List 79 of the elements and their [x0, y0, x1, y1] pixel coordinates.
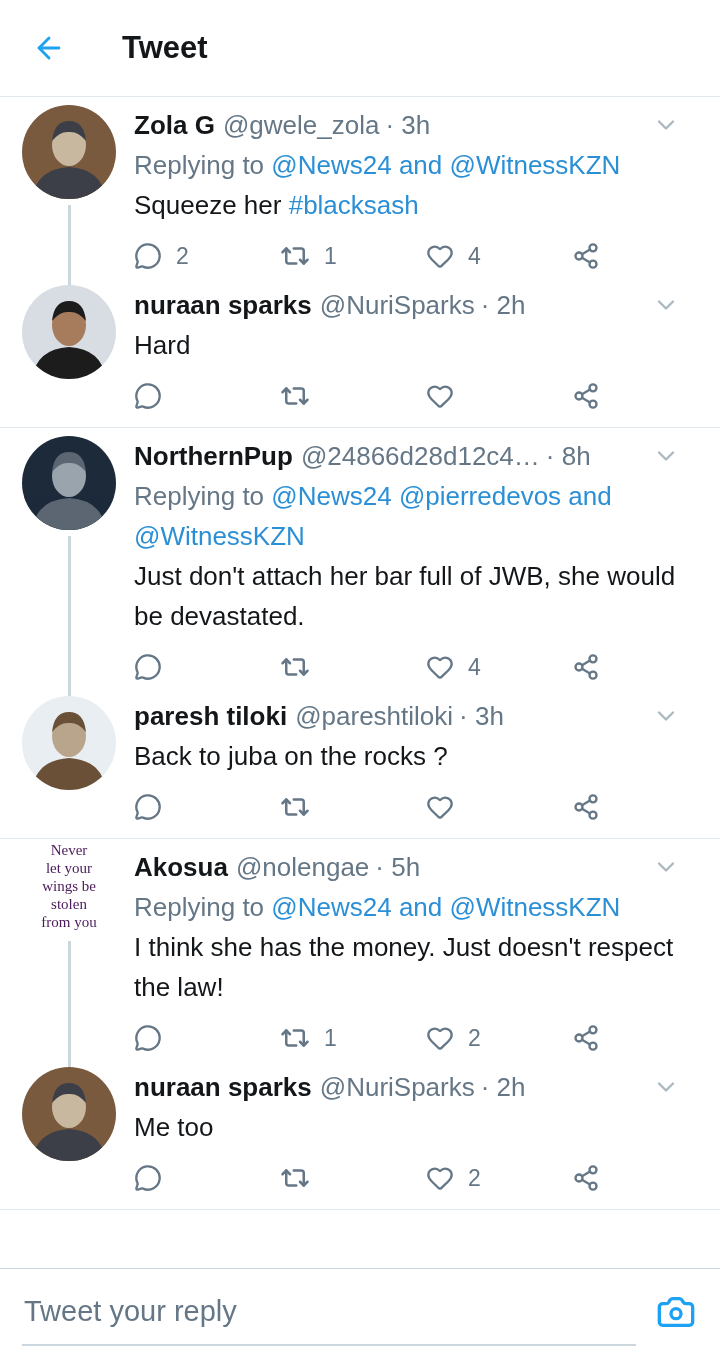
replying-to-text: Replying to @News24 and @WitnessKZN [134, 149, 622, 182]
replying-to-link[interactable]: @WitnessKZN [449, 892, 621, 922]
tweet-text: Hard [134, 329, 192, 362]
tweet-time: · 2h [480, 289, 526, 322]
replying-to-link[interactable]: and [398, 150, 443, 180]
reply-button[interactable] [134, 382, 162, 410]
tweet-time: · 8h [545, 440, 591, 473]
replying-to-link[interactable]: and [568, 481, 612, 511]
tweet-text: Squeeze her #blacksash [134, 189, 420, 222]
like-icon [426, 242, 454, 270]
share-icon [572, 242, 600, 270]
replying-to-link[interactable]: @WitnessKZN [134, 521, 305, 551]
user-handle[interactable]: @gwele_zola [222, 105, 380, 145]
reply-button[interactable] [134, 1024, 162, 1052]
replying-to-link[interactable]: @News24 [271, 892, 392, 922]
retweet-button[interactable]: 1 [280, 241, 337, 271]
replying-to-text: Replying to @News24 and @WitnessKZN [134, 891, 622, 924]
replying-to-link[interactable]: @News24 [271, 150, 392, 180]
reply-button[interactable] [134, 653, 162, 681]
tweet-text: Just don't attach her bar full of JWB, she would be devastated. [134, 560, 677, 633]
like-button[interactable]: 4 [426, 653, 481, 681]
replying-to-link[interactable]: @WitnessKZN [449, 150, 621, 180]
tweet-text: I think she has the money. Just doesn't respect the law! [134, 931, 675, 1004]
like-icon [426, 1024, 454, 1052]
like-icon [426, 1164, 454, 1192]
user-handle[interactable]: @NuriSparks [319, 1067, 475, 1107]
like-button[interactable]: 4 [426, 242, 481, 270]
display-name[interactable]: Akosua [134, 847, 228, 887]
replying-to-link[interactable]: @News24 [271, 481, 392, 511]
replying-to-text: Replying to @News24 @pierredevos and @WitnessKZN [134, 480, 613, 553]
share-icon [572, 382, 600, 410]
reply-icon [134, 793, 162, 821]
display-name[interactable]: nuraan sparks [134, 285, 312, 325]
share-button[interactable] [572, 793, 600, 821]
display-name[interactable]: Zola G [134, 105, 215, 145]
reply-icon [134, 1024, 162, 1052]
display-name[interactable]: nuraan sparks [134, 1067, 312, 1107]
like-button[interactable]: 2 [426, 1164, 481, 1192]
like-icon [426, 382, 454, 410]
user-handle[interactable]: @pareshtiloki [295, 696, 454, 736]
reply-button[interactable] [134, 1164, 162, 1192]
tweet-time: · 3h [385, 109, 431, 142]
like-button[interactable] [426, 382, 454, 410]
like-icon [426, 793, 454, 821]
replying-to-link[interactable]: and [398, 892, 443, 922]
tweet-time: · 2h [480, 1071, 526, 1104]
tweet-text: Back to juba on the rocks ? [134, 740, 449, 773]
reply-button[interactable]: 2 [134, 242, 189, 270]
tweet-text: Me too [134, 1111, 215, 1144]
share-icon [572, 793, 600, 821]
like-button[interactable] [426, 793, 454, 821]
user-handle[interactable]: @24866d28d12c4… [300, 436, 540, 476]
share-icon [572, 1024, 600, 1052]
display-name[interactable]: NorthernPup [134, 436, 293, 476]
tweet-time: · 3h [459, 700, 504, 733]
share-button[interactable] [572, 1024, 600, 1052]
replying-to-link[interactable]: @pierredevos [398, 481, 562, 511]
reply-button[interactable] [134, 793, 162, 821]
tweet-time: · 5h [375, 851, 421, 884]
share-icon [572, 1164, 600, 1192]
retweet-button[interactable]: 1 [280, 1023, 337, 1053]
like-button[interactable]: 2 [426, 1024, 481, 1052]
share-button[interactable] [572, 1164, 600, 1192]
display-name[interactable]: paresh tiloki [134, 696, 288, 736]
share-button[interactable] [572, 242, 600, 270]
hashtag-link[interactable]: #blacksash [288, 190, 419, 220]
reply-icon [134, 653, 162, 681]
share-button[interactable] [572, 382, 600, 410]
user-handle[interactable]: @nolengae [235, 847, 370, 887]
share-icon [572, 653, 600, 681]
quote-avatar: Never let your wings be stolen from you [40, 841, 98, 932]
reply-icon [134, 382, 162, 410]
like-icon [426, 653, 454, 681]
reply-input[interactable]: Tweet your reply [22, 1278, 636, 1346]
share-button[interactable] [572, 653, 600, 681]
reply-icon [134, 242, 162, 270]
user-handle[interactable]: @NuriSparks [319, 285, 475, 325]
page-title: Tweet [122, 30, 208, 66]
reply-icon [134, 1164, 162, 1192]
